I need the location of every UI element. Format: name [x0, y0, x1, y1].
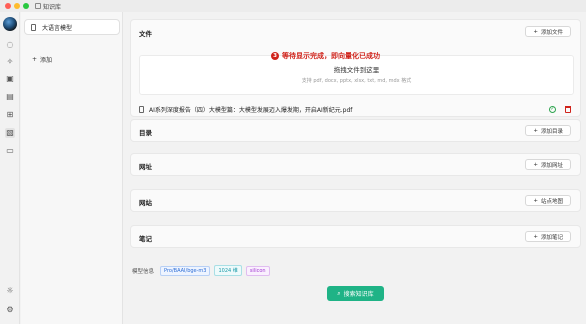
knowledge-app-icon [35, 3, 41, 9]
model-info-label: 模型信息 [132, 268, 155, 275]
add-kb-label: 添加 [40, 57, 53, 64]
document-icon [31, 23, 36, 31]
knowledge-icon[interactable]: ▧ [5, 128, 15, 138]
plus-icon: + [533, 28, 538, 35]
file-dropzone[interactable]: 拖拽文件到这里 支持 pdf, docx, pptx, xlsx, txt, m… [139, 55, 574, 95]
add-note-button[interactable]: + 添加笔记 [525, 231, 571, 242]
plus-icon: + [533, 233, 538, 240]
image-icon[interactable]: ▣ [5, 74, 15, 84]
plus-icon: + [533, 197, 538, 204]
window-title-text: 知识库 [43, 3, 62, 11]
provider-tag: silicon [245, 265, 270, 276]
files-section: 文件 + 添加文件 拖拽文件到这里 支持 pdf, docx, pptx, xl… [130, 19, 581, 117]
sitemap-button[interactable]: + 站点地图 [525, 195, 571, 206]
sitemap-label: 站点地图 [540, 198, 563, 205]
model-info: 模型信息 Pro/BAAI/bge-m3 1024 维 silicon [132, 265, 270, 276]
nav-rail: ◌ ✧ ▣ ▤ ⊞ ▧ ▭ ☼ ⚙ [0, 12, 20, 324]
add-file-label: 添加文件 [540, 29, 563, 36]
knowledge-list-panel: 大语言模型 + 添加 [21, 12, 123, 324]
dimension-tag: 1024 维 [214, 265, 242, 276]
sparkle-icon[interactable]: ✧ [5, 57, 15, 67]
dropzone-hint: 支持 pdf, docx, pptx, xlsx, txt, md, mdx 格… [301, 78, 412, 84]
notes-section-title: 笔记 [139, 235, 152, 243]
delete-trash-icon[interactable] [565, 106, 571, 113]
directory-section-title: 目录 [139, 129, 152, 137]
window-controls [5, 3, 29, 9]
add-directory-button[interactable]: + 添加目录 [525, 125, 571, 136]
chat-icon[interactable]: ◌ [5, 40, 15, 50]
success-check-icon: ✓ [549, 106, 556, 113]
files-section-title: 文件 [139, 30, 152, 38]
url-section: 网址 + 添加网址 [130, 153, 581, 176]
dropzone-title: 拖拽文件到这里 [333, 66, 380, 74]
file-item[interactable]: AI系列深度报告（四）大模型篇：大模型发展迈入爆发期，开启AI新纪元.pdf [139, 104, 574, 114]
url-section-title: 网址 [139, 163, 152, 171]
apps-icon[interactable]: ⊞ [5, 110, 15, 120]
add-file-button[interactable]: + 添加文件 [525, 26, 571, 37]
directory-section: 目录 + 添加目录 [130, 119, 581, 142]
website-section-title: 网站 [139, 199, 152, 207]
plus-icon: + [32, 56, 38, 63]
kb-item-label: 大语言模型 [42, 24, 73, 32]
add-url-button[interactable]: + 添加网址 [525, 159, 571, 170]
file-icon [139, 105, 144, 113]
add-note-label: 添加笔记 [540, 234, 563, 241]
callout-text: 等待显示完成，即向量化已成功 [282, 52, 380, 60]
search-button-label: 搜索知识库 [343, 291, 374, 298]
plus-icon: + [533, 127, 538, 134]
annotation-callout: 3 等待显示完成，即向量化已成功 [271, 51, 380, 61]
sun-icon[interactable]: ☼ [5, 286, 15, 296]
avatar[interactable] [3, 17, 17, 31]
translate-icon[interactable]: ▤ [5, 92, 15, 102]
callout-number: 3 [271, 52, 279, 60]
close-window-button[interactable] [5, 3, 11, 9]
plus-icon: + [533, 161, 538, 168]
model-tag: Pro/BAAI/bge-m3 [160, 265, 211, 276]
website-section: 网站 + 站点地图 [130, 189, 581, 212]
settings-icon[interactable]: ⚙ [5, 305, 15, 315]
minimize-window-button[interactable] [14, 3, 20, 9]
add-url-label: 添加网址 [540, 162, 563, 169]
add-kb-button[interactable]: + 添加 [32, 55, 52, 64]
add-directory-label: 添加目录 [540, 128, 563, 135]
notes-section: 笔记 + 添加笔记 [130, 225, 581, 248]
window-title: 知识库 [35, 2, 61, 11]
maximize-window-button[interactable] [23, 3, 29, 9]
file-name: AI系列深度报告（四）大模型篇：大模型发展迈入爆发期，开启AI新纪元.pdf [149, 106, 353, 114]
app-window: 知识库 ◌ ✧ ▣ ▤ ⊞ ▧ ▭ ☼ ⚙ 大语言模型 + 添加 文件 + 添加… [0, 0, 586, 324]
search-knowledge-button[interactable]: ⌕ 搜索知识库 [327, 286, 384, 301]
folder-icon[interactable]: ▭ [5, 146, 15, 156]
kb-list-item[interactable]: 大语言模型 [24, 19, 120, 35]
search-icon: ⌕ [337, 289, 341, 297]
title-bar: 知识库 [0, 0, 586, 12]
